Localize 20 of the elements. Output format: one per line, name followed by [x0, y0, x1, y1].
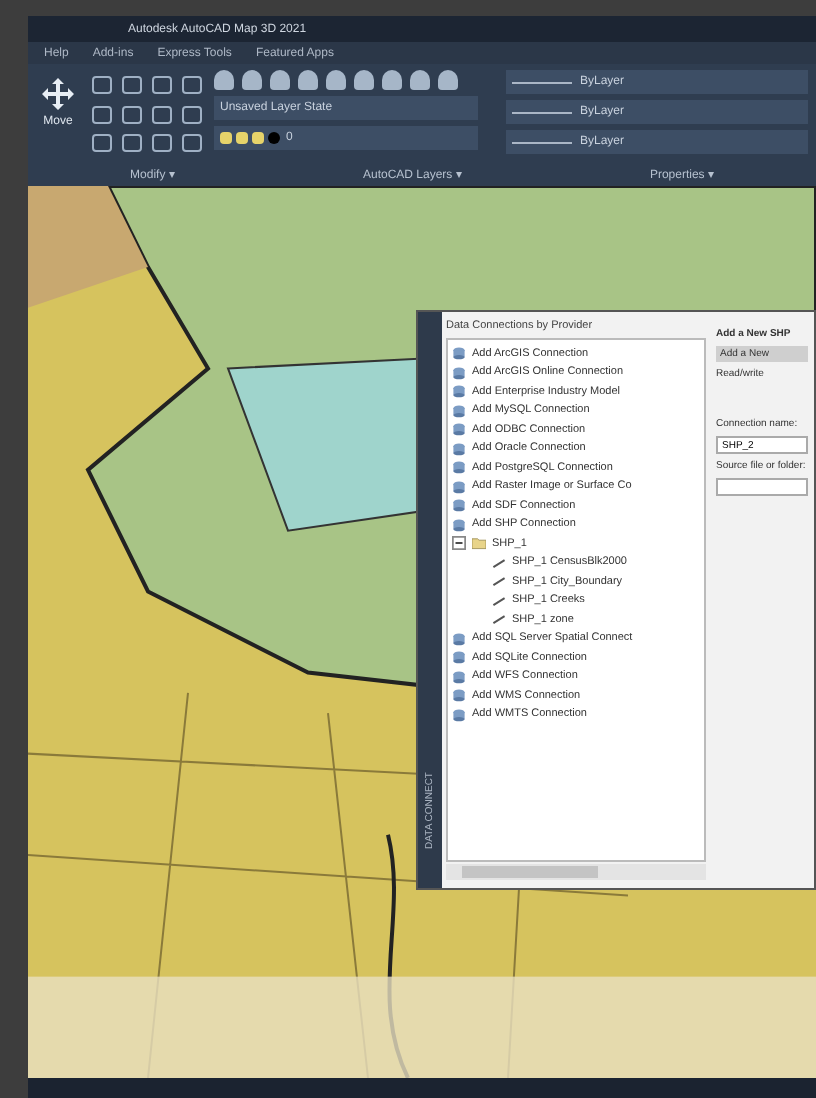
folder-icon: [472, 536, 486, 551]
database-icon: [452, 688, 466, 703]
database-icon: [452, 650, 466, 665]
database-icon: [452, 517, 466, 532]
database-icon: [452, 498, 466, 513]
database-icon: [452, 384, 466, 399]
database-icon: [452, 422, 466, 437]
database-icon: [452, 669, 466, 684]
database-icon: [452, 403, 466, 418]
database-icon: [452, 460, 466, 475]
scrollbar[interactable]: [446, 864, 706, 880]
database-icon: [452, 479, 466, 494]
database-icon: [452, 441, 466, 456]
collapse-icon[interactable]: [452, 536, 466, 551]
source-field[interactable]: [716, 478, 808, 496]
database-icon: [452, 707, 466, 722]
database-icon: [452, 346, 466, 361]
modify-tools-icon[interactable]: [92, 70, 202, 156]
database-icon: [452, 631, 466, 646]
database-icon: [452, 365, 466, 380]
